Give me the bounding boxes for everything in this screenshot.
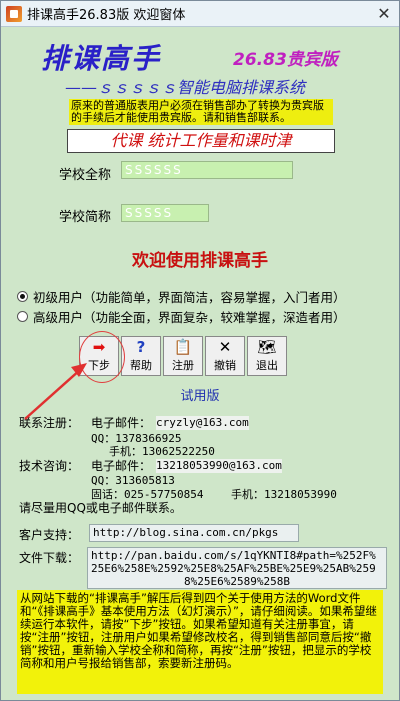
tech-fixed-phone: 固话：025-57750854	[91, 488, 204, 501]
exit-button[interactable]: 🗺 退出	[247, 336, 287, 376]
radio-advanced-label: 高级用户（功能全面，界面复杂，较难掌握，深造者用）	[33, 310, 346, 325]
title-bar[interactable]: 排课高手26.83版 欢迎窗体 ✕	[1, 1, 399, 27]
tech-consult-label: 技术咨询：	[19, 459, 80, 473]
help-icon: ?	[136, 338, 146, 356]
school-full-name-input[interactable]: SSSSSS	[121, 161, 293, 179]
radio-selected-icon	[17, 291, 28, 302]
help-button[interactable]: ? 帮助	[121, 336, 161, 376]
revoke-label: 撤销	[214, 359, 236, 372]
radio-unselected-icon	[17, 311, 28, 322]
exit-label: 退出	[256, 359, 278, 372]
download-url-line: http://pan.baidu.com/s/1qYKNTI8#path=%25…	[91, 549, 376, 562]
close-button[interactable]: ✕	[373, 4, 395, 24]
clipboard-icon: 📋	[173, 338, 193, 356]
email-label: 电子邮件：	[91, 416, 152, 430]
revoke-button[interactable]: ✕ 撤销	[205, 336, 245, 376]
register-button[interactable]: 📋 注册	[163, 336, 203, 376]
upgrade-notice: 原来的普通版表用户必须在销售部办了转换为贵宾版的手续后才能使用贵宾版。请和销售部…	[69, 99, 333, 125]
school-short-name-label: 学校简称	[59, 210, 112, 225]
window-title: 排课高手26.83版 欢迎窗体	[27, 8, 186, 23]
tech-email: 13218053990@163.com	[156, 459, 282, 473]
app-icon	[6, 5, 22, 22]
cross-icon: ✕	[218, 338, 232, 356]
highlight-circle	[79, 331, 125, 383]
support-label: 客户支持：	[19, 528, 80, 542]
feature-banner: 代课 统计工作量和课时津	[67, 129, 335, 153]
version-label: 26.83贵宾版	[233, 50, 338, 70]
download-label: 文件下载：	[19, 551, 80, 565]
radio-beginner-label: 初级用户（功能简单，界面简洁，容易掌握，入门者用）	[33, 290, 346, 305]
usage-instructions: 从网站下载的“排课高手”解压后得到四个关于使用方法的Word文件和“《排课高手》…	[17, 590, 383, 694]
contact-register-label: 联系注册：	[19, 416, 80, 430]
register-phone: 手机：13062522250	[109, 445, 215, 458]
download-url-line: 25E6%258E%2592%25E8%25AF%25BE%25E9%25AB%…	[91, 562, 376, 575]
radio-advanced-user[interactable]: 高级用户（功能全面，界面复杂，较难掌握，深造者用）	[17, 307, 346, 326]
school-full-name-label: 学校全称	[59, 168, 112, 183]
register-qq: QQ：1378366925	[91, 432, 182, 445]
app-subtitle: ——ｓｓｓｓｓ智能电脑排课系统	[65, 78, 306, 97]
register-label: 注册	[172, 359, 194, 372]
tech-qq: QQ：313605813	[91, 474, 175, 487]
help-label: 帮助	[130, 359, 152, 372]
tech-mobile: 手机：13218053990	[231, 488, 337, 501]
radio-beginner-user[interactable]: 初级用户（功能简单，界面简洁，容易掌握，入门者用）	[17, 287, 346, 306]
download-url[interactable]: http://pan.baidu.com/s/1qYKNTI8#path=%25…	[87, 547, 387, 589]
register-email: cryzly@163.com	[156, 416, 249, 430]
contact-tip: 请尽量用QQ或电子邮件联系。	[19, 501, 182, 515]
support-url[interactable]: http://blog.sina.com.cn/pkgs	[89, 524, 299, 542]
school-short-name-input[interactable]: SSSSS	[121, 204, 209, 222]
app-headline: 排课高手	[41, 42, 162, 75]
download-url-line: 8%25E6%2589%258B	[184, 575, 290, 588]
tech-email-label: 电子邮件：	[91, 459, 152, 473]
welcome-window: 排课高手26.83版 欢迎窗体 ✕ 排课高手 26.83贵宾版 ——ｓｓｓｓｓ智…	[0, 0, 400, 701]
welcome-heading: 欢迎使用排课高手	[132, 251, 268, 271]
exit-icon: 🗺	[257, 338, 277, 356]
trial-version-label: 试用版	[180, 389, 220, 404]
